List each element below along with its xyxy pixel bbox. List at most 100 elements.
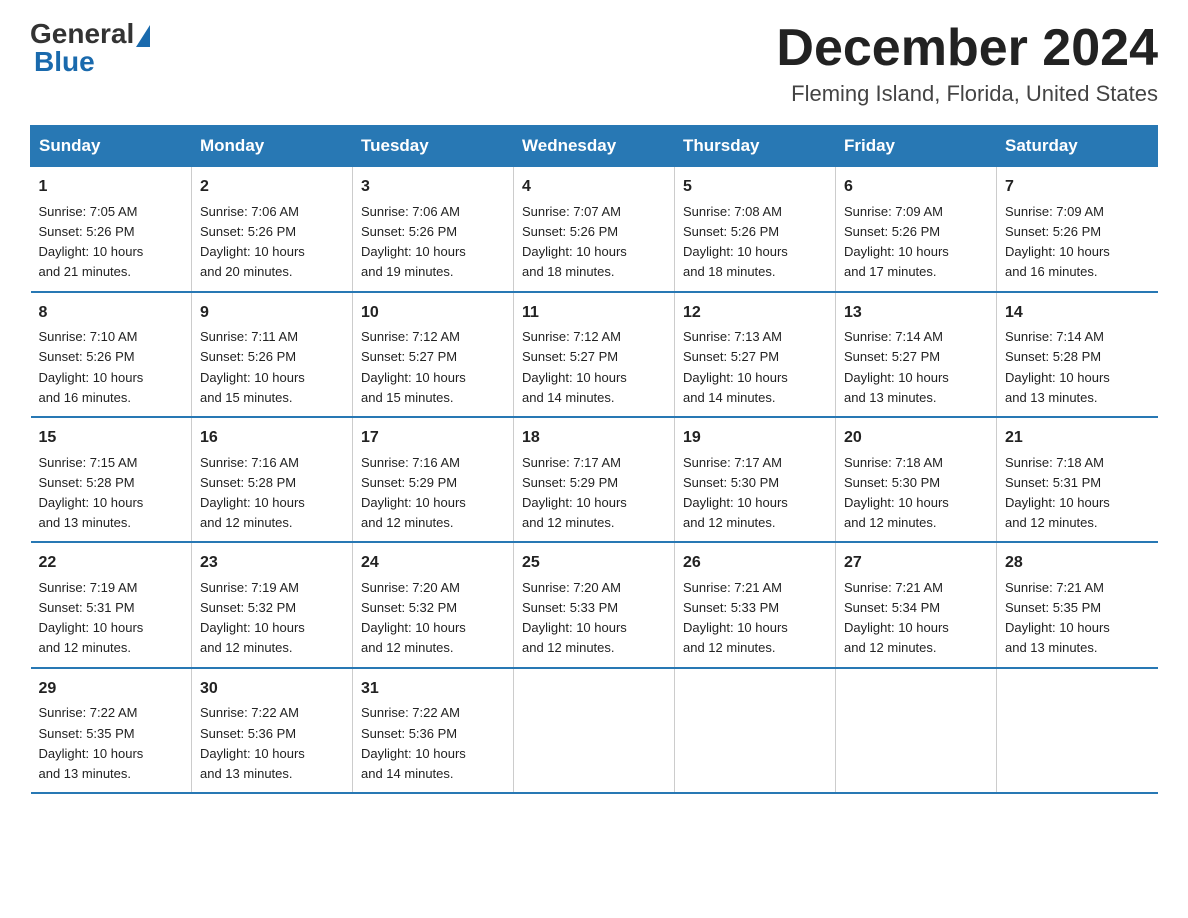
day-info: Sunrise: 7:07 AM Sunset: 5:26 PM Dayligh… — [522, 202, 666, 283]
day-number: 17 — [361, 426, 505, 451]
calendar-table: SundayMondayTuesdayWednesdayThursdayFrid… — [30, 125, 1158, 794]
calendar-day-cell — [836, 668, 997, 793]
day-number: 20 — [844, 426, 988, 451]
day-number: 5 — [683, 175, 827, 200]
day-info: Sunrise: 7:12 AM Sunset: 5:27 PM Dayligh… — [361, 327, 505, 408]
calendar-day-cell: 28Sunrise: 7:21 AM Sunset: 5:35 PM Dayli… — [997, 542, 1158, 667]
day-number: 22 — [39, 551, 184, 576]
header-cell-wednesday: Wednesday — [514, 126, 675, 167]
day-info: Sunrise: 7:22 AM Sunset: 5:36 PM Dayligh… — [200, 703, 344, 784]
calendar-day-cell: 24Sunrise: 7:20 AM Sunset: 5:32 PM Dayli… — [353, 542, 514, 667]
calendar-day-cell: 8Sunrise: 7:10 AM Sunset: 5:26 PM Daylig… — [31, 292, 192, 417]
day-number: 7 — [1005, 175, 1150, 200]
day-info: Sunrise: 7:09 AM Sunset: 5:26 PM Dayligh… — [844, 202, 988, 283]
calendar-week-row: 1Sunrise: 7:05 AM Sunset: 5:26 PM Daylig… — [31, 167, 1158, 292]
calendar-day-cell: 3Sunrise: 7:06 AM Sunset: 5:26 PM Daylig… — [353, 167, 514, 292]
day-info: Sunrise: 7:21 AM Sunset: 5:33 PM Dayligh… — [683, 578, 827, 659]
logo-blue-text: Blue — [34, 46, 95, 77]
day-info: Sunrise: 7:18 AM Sunset: 5:30 PM Dayligh… — [844, 453, 988, 534]
calendar-week-row: 22Sunrise: 7:19 AM Sunset: 5:31 PM Dayli… — [31, 542, 1158, 667]
calendar-day-cell: 22Sunrise: 7:19 AM Sunset: 5:31 PM Dayli… — [31, 542, 192, 667]
day-number: 15 — [39, 426, 184, 451]
day-info: Sunrise: 7:20 AM Sunset: 5:33 PM Dayligh… — [522, 578, 666, 659]
calendar-day-cell — [997, 668, 1158, 793]
calendar-header: SundayMondayTuesdayWednesdayThursdayFrid… — [31, 126, 1158, 167]
day-number: 24 — [361, 551, 505, 576]
calendar-day-cell: 29Sunrise: 7:22 AM Sunset: 5:35 PM Dayli… — [31, 668, 192, 793]
day-info: Sunrise: 7:13 AM Sunset: 5:27 PM Dayligh… — [683, 327, 827, 408]
calendar-day-cell: 20Sunrise: 7:18 AM Sunset: 5:30 PM Dayli… — [836, 417, 997, 542]
day-info: Sunrise: 7:19 AM Sunset: 5:31 PM Dayligh… — [39, 578, 184, 659]
calendar-week-row: 15Sunrise: 7:15 AM Sunset: 5:28 PM Dayli… — [31, 417, 1158, 542]
day-number: 21 — [1005, 426, 1150, 451]
day-info: Sunrise: 7:22 AM Sunset: 5:36 PM Dayligh… — [361, 703, 505, 784]
calendar-day-cell: 4Sunrise: 7:07 AM Sunset: 5:26 PM Daylig… — [514, 167, 675, 292]
day-info: Sunrise: 7:22 AM Sunset: 5:35 PM Dayligh… — [39, 703, 184, 784]
logo-general-text: General — [30, 20, 134, 48]
header-cell-saturday: Saturday — [997, 126, 1158, 167]
calendar-day-cell: 2Sunrise: 7:06 AM Sunset: 5:26 PM Daylig… — [192, 167, 353, 292]
day-number: 31 — [361, 677, 505, 702]
calendar-day-cell: 17Sunrise: 7:16 AM Sunset: 5:29 PM Dayli… — [353, 417, 514, 542]
day-number: 16 — [200, 426, 344, 451]
day-info: Sunrise: 7:12 AM Sunset: 5:27 PM Dayligh… — [522, 327, 666, 408]
calendar-day-cell: 23Sunrise: 7:19 AM Sunset: 5:32 PM Dayli… — [192, 542, 353, 667]
calendar-day-cell — [675, 668, 836, 793]
calendar-week-row: 29Sunrise: 7:22 AM Sunset: 5:35 PM Dayli… — [31, 668, 1158, 793]
calendar-day-cell: 14Sunrise: 7:14 AM Sunset: 5:28 PM Dayli… — [997, 292, 1158, 417]
month-title: December 2024 — [776, 20, 1158, 77]
logo: General Blue — [30, 20, 152, 76]
day-info: Sunrise: 7:16 AM Sunset: 5:28 PM Dayligh… — [200, 453, 344, 534]
day-info: Sunrise: 7:16 AM Sunset: 5:29 PM Dayligh… — [361, 453, 505, 534]
calendar-body: 1Sunrise: 7:05 AM Sunset: 5:26 PM Daylig… — [31, 167, 1158, 793]
day-info: Sunrise: 7:21 AM Sunset: 5:35 PM Dayligh… — [1005, 578, 1150, 659]
day-info: Sunrise: 7:14 AM Sunset: 5:28 PM Dayligh… — [1005, 327, 1150, 408]
day-info: Sunrise: 7:10 AM Sunset: 5:26 PM Dayligh… — [39, 327, 184, 408]
day-info: Sunrise: 7:20 AM Sunset: 5:32 PM Dayligh… — [361, 578, 505, 659]
header-cell-friday: Friday — [836, 126, 997, 167]
day-info: Sunrise: 7:17 AM Sunset: 5:30 PM Dayligh… — [683, 453, 827, 534]
location-subtitle: Fleming Island, Florida, United States — [776, 81, 1158, 107]
calendar-day-cell: 30Sunrise: 7:22 AM Sunset: 5:36 PM Dayli… — [192, 668, 353, 793]
calendar-day-cell: 15Sunrise: 7:15 AM Sunset: 5:28 PM Dayli… — [31, 417, 192, 542]
header-cell-thursday: Thursday — [675, 126, 836, 167]
calendar-week-row: 8Sunrise: 7:10 AM Sunset: 5:26 PM Daylig… — [31, 292, 1158, 417]
day-number: 13 — [844, 301, 988, 326]
day-info: Sunrise: 7:06 AM Sunset: 5:26 PM Dayligh… — [361, 202, 505, 283]
day-number: 23 — [200, 551, 344, 576]
day-number: 28 — [1005, 551, 1150, 576]
header-cell-sunday: Sunday — [31, 126, 192, 167]
day-number: 11 — [522, 301, 666, 326]
header-row: SundayMondayTuesdayWednesdayThursdayFrid… — [31, 126, 1158, 167]
day-number: 30 — [200, 677, 344, 702]
calendar-day-cell: 26Sunrise: 7:21 AM Sunset: 5:33 PM Dayli… — [675, 542, 836, 667]
calendar-day-cell: 21Sunrise: 7:18 AM Sunset: 5:31 PM Dayli… — [997, 417, 1158, 542]
day-number: 25 — [522, 551, 666, 576]
calendar-day-cell: 16Sunrise: 7:16 AM Sunset: 5:28 PM Dayli… — [192, 417, 353, 542]
calendar-day-cell — [514, 668, 675, 793]
calendar-day-cell: 5Sunrise: 7:08 AM Sunset: 5:26 PM Daylig… — [675, 167, 836, 292]
day-info: Sunrise: 7:09 AM Sunset: 5:26 PM Dayligh… — [1005, 202, 1150, 283]
calendar-day-cell: 18Sunrise: 7:17 AM Sunset: 5:29 PM Dayli… — [514, 417, 675, 542]
day-info: Sunrise: 7:18 AM Sunset: 5:31 PM Dayligh… — [1005, 453, 1150, 534]
day-number: 1 — [39, 175, 184, 200]
calendar-day-cell: 19Sunrise: 7:17 AM Sunset: 5:30 PM Dayli… — [675, 417, 836, 542]
day-number: 10 — [361, 301, 505, 326]
day-info: Sunrise: 7:17 AM Sunset: 5:29 PM Dayligh… — [522, 453, 666, 534]
day-number: 8 — [39, 301, 184, 326]
day-number: 12 — [683, 301, 827, 326]
day-info: Sunrise: 7:21 AM Sunset: 5:34 PM Dayligh… — [844, 578, 988, 659]
day-number: 3 — [361, 175, 505, 200]
header-cell-monday: Monday — [192, 126, 353, 167]
page-header: General Blue December 2024 Fleming Islan… — [30, 20, 1158, 107]
day-number: 26 — [683, 551, 827, 576]
day-info: Sunrise: 7:19 AM Sunset: 5:32 PM Dayligh… — [200, 578, 344, 659]
logo-triangle-icon — [136, 25, 150, 47]
day-info: Sunrise: 7:15 AM Sunset: 5:28 PM Dayligh… — [39, 453, 184, 534]
calendar-day-cell: 31Sunrise: 7:22 AM Sunset: 5:36 PM Dayli… — [353, 668, 514, 793]
calendar-day-cell: 11Sunrise: 7:12 AM Sunset: 5:27 PM Dayli… — [514, 292, 675, 417]
header-cell-tuesday: Tuesday — [353, 126, 514, 167]
calendar-day-cell: 9Sunrise: 7:11 AM Sunset: 5:26 PM Daylig… — [192, 292, 353, 417]
calendar-day-cell: 1Sunrise: 7:05 AM Sunset: 5:26 PM Daylig… — [31, 167, 192, 292]
day-number: 19 — [683, 426, 827, 451]
